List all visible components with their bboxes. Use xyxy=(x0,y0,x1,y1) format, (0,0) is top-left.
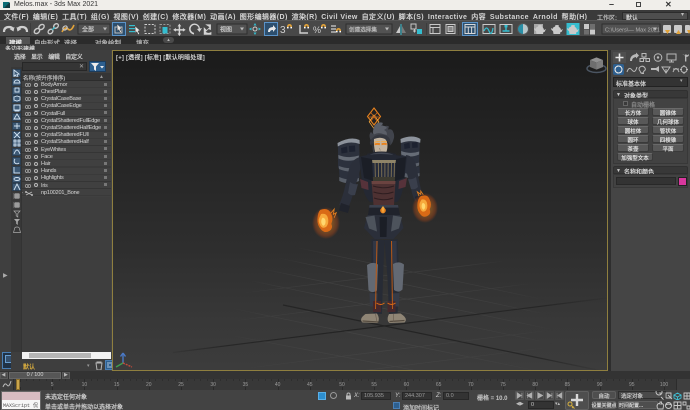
svg-text:创建选择集: 创建选择集 xyxy=(348,26,377,34)
svg-text:%: % xyxy=(313,25,321,35)
svg-text:视图: 视图 xyxy=(220,26,232,34)
svg-text:3: 3 xyxy=(280,25,286,36)
svg-text:全部: 全部 xyxy=(81,26,94,34)
svg-text:[+] [透视] [标准] [默认明暗处理]: [+] [透视] [标准] [默认明暗处理] xyxy=(116,54,205,62)
svg-text:C:\Users\— Max 2021: C:\Users\— Max 2021 xyxy=(605,28,660,34)
